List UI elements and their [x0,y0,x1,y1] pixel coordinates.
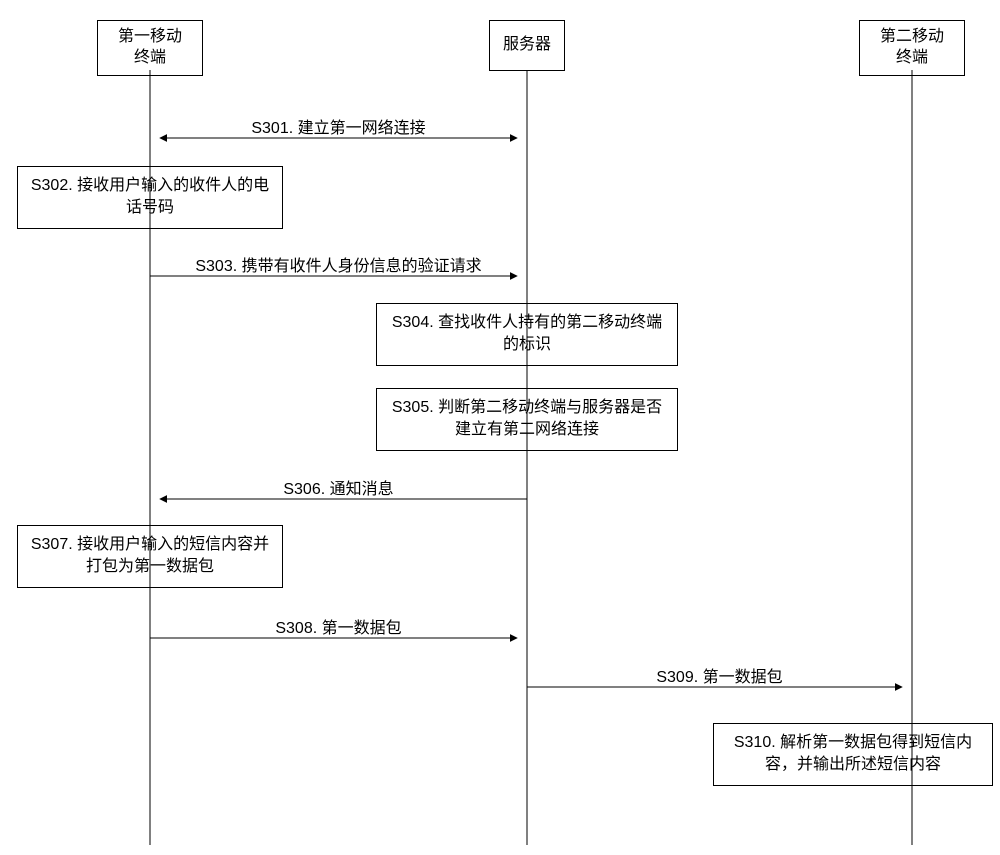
msg-text: S309. 第一数据包 [656,669,782,686]
actor-label: 第二移动终端 [880,28,944,66]
actor-label: 第一移动终端 [118,28,182,66]
msg-text: S306. 通知消息 [283,481,393,498]
step-s305: S305. 判断第二移动终端与服务器是否建立有第二网络连接 [376,388,678,451]
msg-s303: S303. 携带有收件人身份信息的验证请求 [150,252,527,276]
step-text: S307. 接收用户输入的短信内容并打包为第一数据包 [31,536,269,575]
actor-second-mobile: 第二移动终端 [859,20,965,76]
actor-server: 服务器 [489,20,565,71]
step-text: S305. 判断第二移动终端与服务器是否建立有第二网络连接 [392,399,662,438]
step-s307: S307. 接收用户输入的短信内容并打包为第一数据包 [17,525,283,588]
step-s310: S310. 解析第一数据包得到短信内容，并输出所述短信内容 [713,723,993,786]
actor-label: 服务器 [503,36,551,53]
msg-s308: S308. 第一数据包 [150,614,527,638]
msg-s309: S309. 第一数据包 [527,663,912,687]
actor-first-mobile: 第一移动终端 [97,20,203,76]
sequence-diagram: 第一移动终端 服务器 第二移动终端 S302. 接收用户输入的收件人的电话号码 … [0,0,1000,855]
msg-s301: S301. 建立第一网络连接 [150,114,527,138]
step-text: S310. 解析第一数据包得到短信内容，并输出所述短信内容 [734,734,972,773]
msg-text: S308. 第一数据包 [275,620,401,637]
msg-s306: S306. 通知消息 [150,475,527,499]
step-s304: S304. 查找收件人持有的第二移动终端的标识 [376,303,678,366]
step-text: S304. 查找收件人持有的第二移动终端的标识 [392,314,662,353]
msg-text: S303. 携带有收件人身份信息的验证请求 [195,258,481,275]
step-s302: S302. 接收用户输入的收件人的电话号码 [17,166,283,229]
step-text: S302. 接收用户输入的收件人的电话号码 [31,177,269,216]
msg-text: S301. 建立第一网络连接 [251,120,425,137]
